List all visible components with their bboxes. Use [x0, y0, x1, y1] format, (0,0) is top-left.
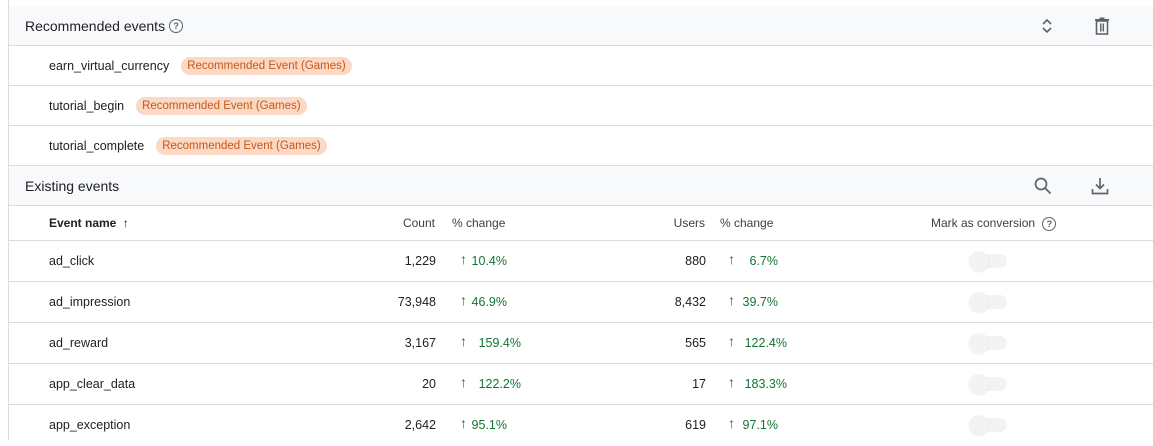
event-name: ad_impression [49, 295, 131, 309]
recommended-event-name: tutorial_complete [49, 138, 145, 153]
events-panel: Recommended events ? earn_virtual_curren… [8, 0, 1153, 440]
search-icon [1034, 177, 1052, 195]
recommended-events-title: Recommended events [25, 17, 166, 34]
conversion-toggle[interactable] [969, 333, 1007, 353]
users-value: 619 [685, 418, 706, 432]
count-change-value: 95.1% [471, 418, 507, 432]
users-change-value: 6.7% [749, 254, 779, 268]
column-header-users[interactable]: Users [655, 216, 705, 230]
column-header-count-change[interactable]: % change [452, 216, 505, 230]
recommended-event-row[interactable]: tutorial_complete Recommended Event (Gam… [9, 126, 1153, 166]
toggle-knob [969, 333, 989, 353]
unfold-icon [1042, 18, 1052, 34]
users-change-value: 97.1% [742, 418, 778, 432]
count-change-value: 10.4% [471, 254, 507, 268]
event-name: app_exception [49, 418, 131, 432]
recommended-event-name: tutorial_begin [49, 98, 125, 113]
recommended-event-name: earn_virtual_currency [49, 58, 170, 73]
conversion-toggle[interactable] [969, 415, 1007, 435]
toggle-knob [969, 415, 989, 435]
expand-collapse-button[interactable] [1035, 14, 1059, 38]
users-change-value: 39.7% [742, 295, 778, 309]
sort-arrow-icon: ↑ [122, 216, 129, 230]
column-header-users-change[interactable]: % change [720, 216, 773, 230]
conversion-toggle[interactable] [969, 374, 1007, 394]
conversion-toggle[interactable] [969, 292, 1007, 312]
recommended-event-row[interactable]: tutorial_begin Recommended Event (Games) [9, 86, 1153, 126]
users-change-value: 122.4% [744, 336, 787, 350]
users-change-value: 183.3% [744, 377, 787, 391]
table-row[interactable]: ad_reward 3,167 ↑ 159.4% 565 ↑ 122.4% [9, 323, 1153, 364]
download-button[interactable] [1088, 174, 1112, 198]
existing-events-header: Existing events [9, 166, 1153, 206]
download-icon [1091, 178, 1109, 195]
event-name: app_clear_data [49, 377, 136, 391]
toggle-knob [969, 374, 989, 394]
events-table-header: Event name ↑ Count % change Users % chan… [9, 205, 1153, 241]
column-header-count[interactable]: Count [385, 216, 435, 230]
conversion-toggle[interactable] [969, 251, 1007, 271]
count-value: 1,229 [404, 254, 436, 268]
recommended-events-header: Recommended events ? [9, 6, 1153, 46]
toggle-knob [969, 292, 989, 312]
table-row[interactable]: app_clear_data 20 ↑ 122.2% 17 ↑ 183.3% [9, 364, 1153, 405]
recommended-event-chip: Recommended Event (Games) [156, 136, 327, 155]
count-value: 2,642 [404, 418, 436, 432]
column-header-event-name[interactable]: Event name ↑ [49, 216, 129, 230]
mark-conversion-label: Mark as conversion [931, 216, 1036, 230]
table-row[interactable]: ad_click 1,229 ↑ 10.4% 880 ↑ 6.7% [9, 241, 1153, 282]
users-value: 565 [685, 336, 706, 350]
help-icon[interactable]: ? [1042, 217, 1057, 231]
count-change-value: 122.2% [478, 377, 521, 391]
users-value: 880 [685, 254, 706, 268]
event-name: ad_click [49, 254, 95, 268]
recommended-event-chip: Recommended Event (Games) [136, 96, 307, 115]
event-name: ad_reward [49, 336, 109, 350]
count-value: 3,167 [404, 336, 436, 350]
trash-icon [1095, 17, 1109, 35]
count-change-value: 159.4% [478, 336, 521, 350]
event-name-label: Event name [49, 216, 117, 230]
recommended-event-chip: Recommended Event (Games) [181, 56, 352, 75]
count-value: 20 [422, 377, 436, 391]
users-value: 17 [692, 377, 706, 391]
column-header-mark-conversion: Mark as conversion ? [931, 216, 1057, 231]
users-value: 8,432 [674, 295, 706, 309]
delete-button[interactable] [1090, 14, 1114, 38]
help-icon[interactable]: ? [169, 18, 184, 33]
count-value: 73,948 [397, 295, 436, 309]
recommended-event-row[interactable]: earn_virtual_currency Recommended Event … [9, 46, 1153, 86]
search-button[interactable] [1031, 174, 1055, 198]
existing-events-title: Existing events [25, 177, 120, 194]
toggle-knob [969, 251, 989, 271]
table-row[interactable]: ad_impression 73,948 ↑ 46.9% 8,432 ↑ 39.… [9, 282, 1153, 323]
count-change-value: 46.9% [471, 295, 507, 309]
